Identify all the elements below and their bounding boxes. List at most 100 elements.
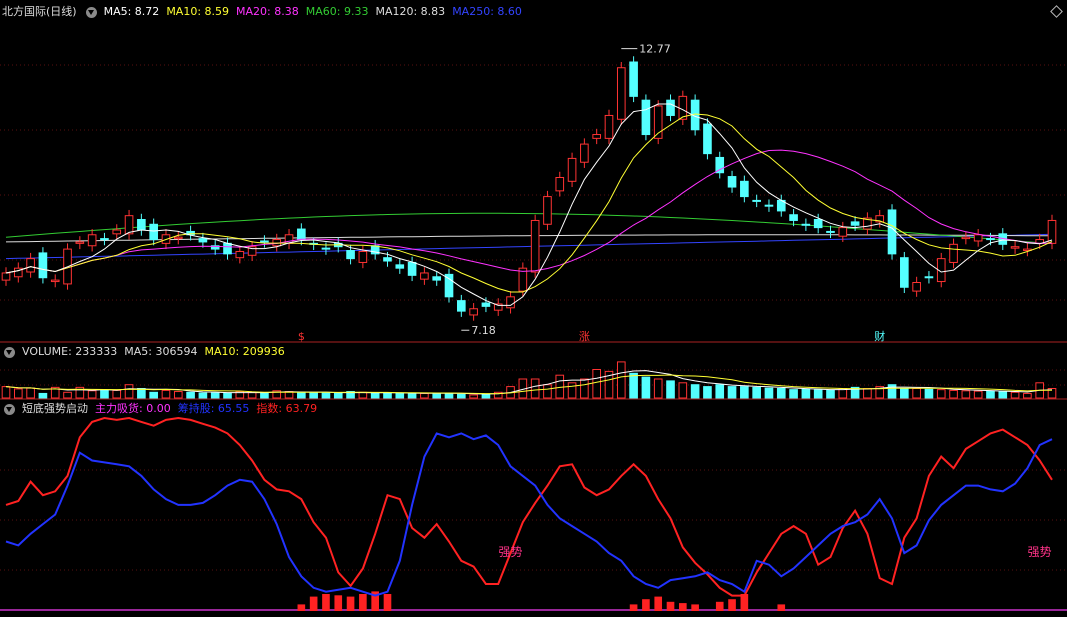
volume-ma5-label: MA5: 306594 [124,345,198,358]
volume-bar [666,380,675,399]
ma120-label: MA120: 8.83 [375,5,446,18]
candle-body [26,258,35,273]
volume-bar [653,378,663,399]
candle-body [530,219,540,273]
indicator-bar [679,603,687,611]
volume-bar [38,392,48,399]
volume-bar [703,386,712,399]
strong-signal-label: 强势 [499,545,523,559]
candle-body [173,236,183,240]
indicator-bar [728,599,736,611]
candle-body [1010,246,1020,249]
ma5-line [5,103,1053,306]
candle-body [641,99,651,136]
candle-body [986,238,995,241]
candle-body [469,308,478,316]
indicator-zlxh: 主力吸货: 0.00 [95,402,171,415]
candle-body [801,223,811,226]
ma5-label: MA5: 8.72 [103,5,160,18]
indicator-bar [346,596,355,611]
indicator-bar [654,596,663,611]
volume-bar [124,384,134,399]
candle-body [727,176,737,188]
candle-body [235,250,245,259]
volume-bar [912,388,921,399]
volume-bar [678,382,688,399]
volume-bar [407,392,417,399]
candle-body [555,177,565,192]
candle-body [580,143,589,163]
indicator-bar [642,599,650,611]
volume-bar [998,391,1008,399]
volume-bar [715,384,725,399]
volume-bar [161,389,171,399]
candle-body [149,223,158,241]
candle-body [50,279,60,283]
candle-body [223,242,232,255]
candle-body [887,209,897,255]
indicator-panel-header: 短底强势启动 主力吸货: 0.00 筹持股: 65.55 指数: 63.79 [2,401,317,417]
indicator-bar [715,601,724,611]
volume-bar [247,391,257,399]
candle-body [395,264,405,269]
chevron-down-icon[interactable] [4,346,15,358]
volume-bar [592,369,601,399]
volume-bar [457,393,466,399]
candle-body [604,114,614,139]
candle-body [764,204,774,207]
indicator-bar [309,596,318,611]
candle-body [383,257,392,262]
candle-body [740,180,749,198]
candle-body [346,250,355,260]
candle-body [38,252,48,279]
candle-body [616,67,626,120]
volume-bar [383,392,392,399]
volume-bar [863,388,872,399]
volume-bar [801,388,811,399]
candle-body [137,219,146,231]
candle-body [592,134,601,139]
ma250-label: MA250: 8.60 [452,5,522,18]
volume-bar [986,390,995,399]
stock-chart[interactable]: 12.77 7.18 $ 涨 财强势 强势 [0,0,1067,617]
candle-body [260,240,269,243]
candle-body [297,228,306,241]
volume-bar [333,392,343,399]
indicator-bar [777,604,786,611]
indicator-bar [383,594,392,611]
strong-signal-label: 强势 [1028,545,1052,559]
chevron-down-icon[interactable] [4,403,15,415]
candle-body [1047,219,1057,244]
candle-body [850,221,860,226]
volume-bar [752,386,761,399]
volume-bar [260,392,269,399]
candle-body [973,234,983,242]
candle-body [100,238,109,241]
candle-body [444,273,454,298]
candle-body [87,234,97,247]
candle-body [321,247,331,250]
volume-bar [297,391,306,399]
volume-bar [100,389,109,399]
chevron-down-icon[interactable] [85,6,97,18]
volume-bar [420,392,429,399]
volume-bar [198,392,208,399]
volume-bar [727,386,737,399]
volume-bar [936,389,946,399]
candle-body [961,236,971,240]
candle-body [543,196,552,225]
volume-bar [580,378,589,399]
event-marker: $ [298,330,305,343]
candle-body [567,157,577,182]
volume-bar [13,388,23,399]
volume-bar [973,390,983,399]
volume-bar [186,391,195,399]
ma10-label: MA10: 8.59 [166,5,230,18]
volume-bar [63,391,72,399]
event-marker: 财 [874,329,885,343]
ma60-label: MA60: 9.33 [305,5,369,18]
volume-bar [900,388,909,399]
volume-bar [961,390,971,399]
ma20-label: MA20: 8.38 [236,5,299,18]
volume-bar [223,392,232,399]
